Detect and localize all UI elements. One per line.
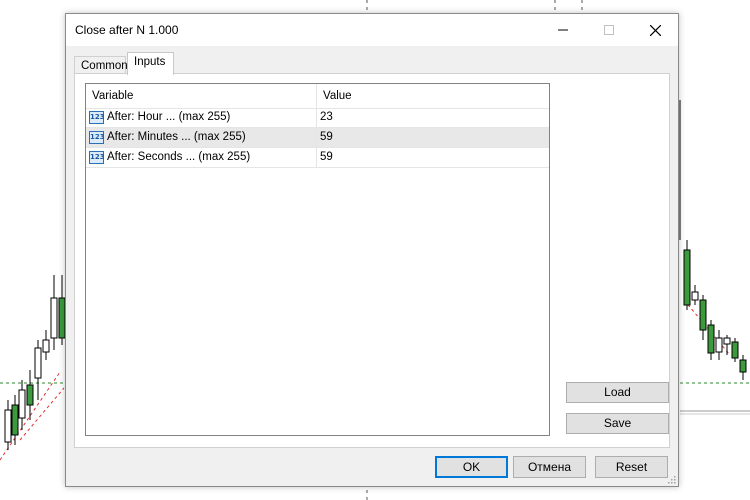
resize-grip-icon[interactable] [666, 474, 676, 484]
minimize-icon [558, 29, 568, 31]
integer-type-icon: 123 [89, 131, 105, 144]
minimize-button[interactable] [540, 14, 586, 46]
integer-type-icon: 123 [89, 151, 105, 164]
variable-cell[interactable]: 123 After: Seconds ... (max 255) [86, 148, 317, 167]
save-button[interactable]: Save [566, 413, 669, 434]
load-button[interactable]: Load [566, 382, 669, 403]
value-cell[interactable]: 23 [320, 108, 333, 127]
tab-inputs[interactable]: Inputs [127, 52, 174, 75]
maximize-icon [604, 25, 614, 35]
variable-name: After: Seconds ... (max 255) [107, 151, 251, 163]
inputs-table: Variable Value 123 After: Hour ... (max … [85, 83, 550, 436]
maximize-button [586, 14, 632, 46]
variable-cell[interactable]: 123 After: Hour ... (max 255) [86, 108, 317, 127]
window-title: Close after N 1.000 [75, 23, 179, 37]
table-row[interactable]: 123 After: Hour ... (max 255) 23 [86, 108, 549, 128]
inputs-dialog: Close after N 1.000 Common Inputs Variab… [65, 13, 679, 487]
variable-cell[interactable]: 123 After: Minutes ... (max 255) [86, 128, 317, 147]
reset-button[interactable]: Reset [595, 456, 668, 478]
close-icon [649, 24, 661, 36]
table-row[interactable]: 123 After: Seconds ... (max 255) 59 [86, 148, 549, 168]
table-header: Variable Value [86, 84, 549, 109]
table-row[interactable]: 123 After: Minutes ... (max 255) 59 [86, 128, 549, 148]
column-header-variable[interactable]: Variable [86, 84, 317, 108]
value-cell[interactable]: 59 [320, 128, 333, 147]
ok-button[interactable]: OK [435, 456, 508, 478]
column-header-value[interactable]: Value [317, 84, 549, 108]
close-button[interactable] [632, 14, 678, 46]
integer-type-icon: 123 [89, 111, 105, 124]
variable-name: After: Hour ... (max 255) [107, 111, 231, 123]
inputs-panel: Variable Value 123 After: Hour ... (max … [74, 73, 670, 448]
variable-name: After: Minutes ... (max 255) [107, 131, 246, 143]
value-cell[interactable]: 59 [320, 148, 333, 167]
tab-common[interactable]: Common [74, 56, 128, 74]
cancel-button[interactable]: Отмена [513, 456, 586, 478]
title-bar[interactable]: Close after N 1.000 [66, 14, 678, 46]
